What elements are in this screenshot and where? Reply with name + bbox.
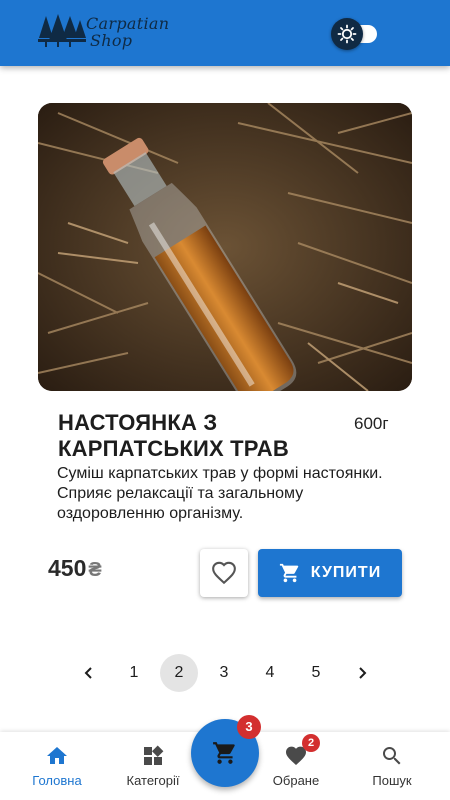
next-page-button[interactable] — [343, 654, 381, 692]
currency-symbol: ₴ — [88, 559, 102, 581]
cart-icon — [213, 742, 235, 764]
nav-item-search[interactable]: Пошук — [347, 732, 437, 800]
app-header: Carpatian Shop — [0, 0, 450, 66]
previous-page-button[interactable] — [70, 654, 108, 692]
logo[interactable]: Carpatian Shop — [38, 12, 169, 58]
toggle-knob — [331, 18, 363, 50]
nav-item-favorites[interactable]: 2 Обране — [251, 732, 341, 800]
liqueur-bottle-photo — [38, 103, 412, 391]
favorites-badge: 2 — [302, 734, 320, 752]
nav-label-home: Головна — [32, 773, 82, 788]
chevron-left-icon — [84, 667, 92, 679]
price-value: 450 — [48, 555, 87, 581]
categories-icon — [144, 745, 164, 765]
page-button-5[interactable]: 5 — [297, 654, 335, 692]
page-button-4[interactable]: 4 — [251, 654, 289, 692]
cart-icon — [279, 563, 299, 583]
nav-label-search: Пошук — [372, 773, 412, 788]
pagination: 1 2 3 4 5 — [68, 654, 384, 694]
add-to-favorites-button[interactable] — [200, 549, 248, 597]
buy-button[interactable]: КУПИТИ — [258, 549, 402, 597]
heart-outline-icon — [212, 561, 236, 585]
product-title: НАСТОЯНКА З КАРПАТСЬКИХ ТРАВ — [58, 410, 289, 461]
nav-label-categories: Категорії — [126, 773, 180, 788]
buy-button-label: КУПИТИ — [310, 564, 382, 581]
search-icon — [383, 747, 401, 765]
sun-icon — [337, 24, 357, 44]
cart-count-badge: 3 — [237, 715, 261, 739]
product-image — [38, 103, 412, 391]
logo-line-2: Shop — [90, 31, 133, 50]
chevron-right-icon — [359, 667, 367, 679]
nav-item-categories[interactable]: Категорії — [108, 732, 198, 800]
page-button-1[interactable]: 1 — [115, 654, 153, 692]
fir-trees-icon — [38, 14, 86, 47]
logo-text: Carpatian Shop — [86, 15, 169, 49]
home-icon — [47, 747, 67, 764]
product-description: Суміш карпатських трав у формі настоянки… — [57, 465, 383, 522]
product-weight: 600г — [354, 414, 389, 433]
product-price: 450 ₴ — [48, 555, 102, 582]
theme-toggle[interactable] — [330, 18, 380, 50]
page-button-2-current[interactable]: 2 — [160, 654, 198, 692]
nav-label-favorites: Обране — [272, 773, 320, 788]
nav-item-home[interactable]: Головна — [12, 732, 102, 800]
page-button-3[interactable]: 3 — [205, 654, 243, 692]
